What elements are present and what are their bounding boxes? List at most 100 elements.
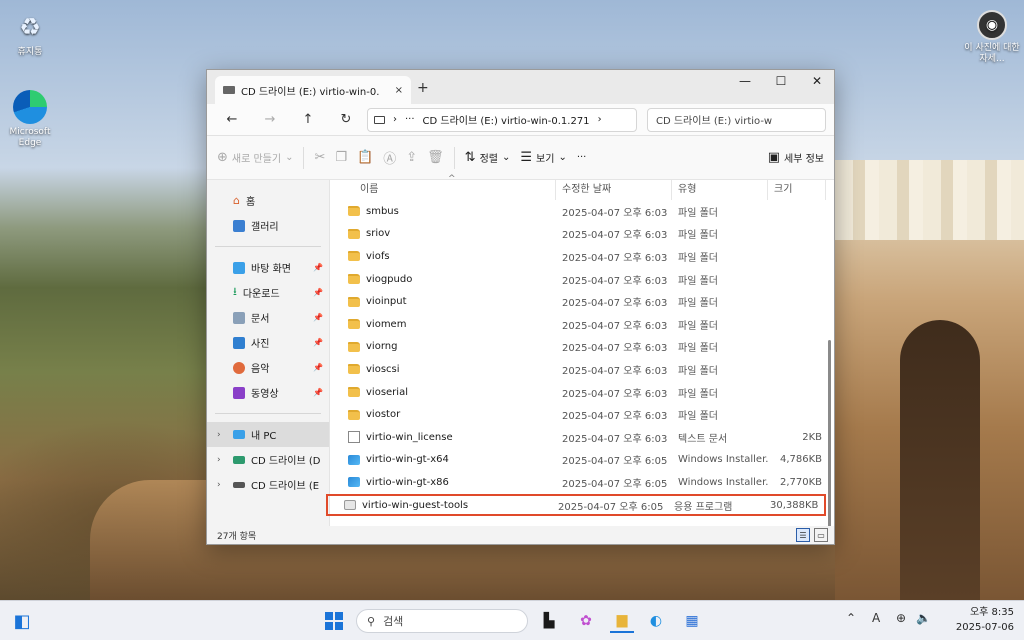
file-size: 30,388KB [770,499,819,511]
delete-button[interactable]: 🗑 [427,150,444,165]
sidebar-item-label: 갤러리 [251,222,279,233]
sidebar-item-pictures[interactable]: 사진 📌 [207,330,329,355]
file-row[interactable]: smbus 2025-04-07 오후 6:03 파일 폴더 [330,200,834,223]
file-name-cell: viogpudo [330,274,556,285]
sidebar-item-drive-d[interactable]: › CD 드라이브 (D [207,447,329,472]
sidebar-item-label: CD 드라이브 (D [251,456,321,467]
file-row[interactable]: virtio-win-guest-tools 2025-04-07 오후 6:05… [326,493,826,517]
view-button[interactable]: ☰ 보기 ⌄ [520,150,566,165]
pin-icon: 📌 [313,363,323,372]
copy-button[interactable]: ❐ [335,150,347,165]
file-row[interactable]: virtio-win-gt-x64 2025-04-07 오후 6:05 Windo… [330,449,834,472]
sort-button[interactable]: ⇅ 정렬 ⌄ [465,150,511,165]
address-more-button[interactable]: ··· [405,114,415,125]
column-header-date[interactable]: 수정한 날짜 [556,180,672,200]
maximize-button[interactable]: ☐ [763,74,799,88]
camera-icon: ◉ [977,10,1007,40]
back-button[interactable]: ← [215,112,249,127]
paste-button[interactable]: 📋 [357,150,373,165]
sidebar-item-home[interactable]: ⌂ 홈 [207,188,329,213]
file-row[interactable]: sriov 2025-04-07 오후 6:03 파일 폴더 [330,223,834,246]
forward-button[interactable]: → [253,112,287,127]
store-taskbar-button[interactable]: ▦ [680,609,704,633]
minimize-button[interactable]: — [727,74,763,88]
explorer-tab[interactable]: CD 드라이브 (E:) virtio-win-0. × [215,76,411,104]
file-row[interactable]: viofs 2025-04-07 오후 6:03 파일 폴더 [330,245,834,268]
column-header-name[interactable]: 이름 [330,180,556,200]
address-path: CD 드라이브 (E:) virtio-win-0.1.271 [422,116,590,127]
file-row[interactable]: vioinput 2025-04-07 오후 6:03 파일 폴더 [330,290,834,313]
desktop-icon-spotlight[interactable]: ◉ 이 사진에 대한 자세... [962,10,1022,65]
clock-time: 오후 8:35 [969,607,1014,618]
sidebar-item-gallery[interactable]: 갤러리 [207,213,329,238]
widgets-button[interactable]: ◧ [10,609,34,633]
chevron-right-icon: › [217,429,221,440]
edge-taskbar-button[interactable]: ◐ [644,609,668,633]
file-row[interactable]: virtio-win_license 2025-04-07 오후 6:03 텍스트 … [330,426,834,449]
file-name: virtio-win-gt-x86 [366,476,449,488]
cd-drive-icon [233,455,245,464]
tiles-view-button[interactable]: ▭ [814,528,828,542]
up-button[interactable]: ↑ [291,112,325,127]
desktop-icon-edge[interactable]: Microsoft Edge [0,90,60,149]
system-clock[interactable]: 오후 8:35 2025-07-06 [956,605,1014,635]
chevron-up-icon[interactable]: ⌃ [846,611,856,625]
edge-icon [13,90,47,124]
sidebar-item-documents[interactable]: 문서 📌 [207,305,329,330]
computer-icon [374,115,385,124]
details-pane-button[interactable]: ▣ 세부 정보 [768,150,824,165]
tab-close-button[interactable]: × [395,85,403,96]
file-row[interactable]: viostor 2025-04-07 오후 6:03 파일 폴더 [330,403,834,426]
file-row[interactable]: virtio-win-gt-x86 2025-04-07 오후 6:05 Windo… [330,471,834,494]
sidebar-item-downloads[interactable]: ⭳ 다운로드 📌 [207,280,329,305]
wallpaper-village [835,160,1024,240]
new-tab-button[interactable]: + [417,80,429,96]
file-name: smbus [366,205,399,217]
sidebar-item-music[interactable]: 음악 📌 [207,355,329,380]
sidebar-item-drive-e[interactable]: › CD 드라이브 (E [207,472,329,497]
speaker-icon[interactable]: 🔈 [916,611,931,625]
folder-icon: ▆ [616,612,628,628]
search-input[interactable]: CD 드라이브 (E:) virtio-w [647,107,826,132]
copilot-icon: ✿ [580,613,592,629]
sidebar-item-videos[interactable]: 동영상 📌 [207,380,329,405]
start-button[interactable] [322,609,346,633]
sidebar-item-label: 내 PC [251,431,277,442]
desktop-icon-recycle-bin[interactable]: ♻ 휴지통 [0,10,60,58]
file-row[interactable]: viogpudo 2025-04-07 오후 6:03 파일 폴더 [330,268,834,291]
sidebar-item-desktop[interactable]: 바탕 화면 📌 [207,255,329,280]
cut-button[interactable]: ✂ [314,150,325,165]
file-explorer-taskbar-button[interactable]: ▆ [610,609,634,633]
list-view-icon: ☰ [520,150,533,165]
vertical-scrollbar[interactable] [828,340,831,530]
taskbar-search[interactable]: ⚲ 검색 [356,609,528,633]
file-date: 2025-04-07 오후 6:05 [558,501,664,513]
details-view-button[interactable]: ☰ [796,528,810,542]
task-view-button[interactable]: ▙ [537,609,561,633]
sidebar-item-this-pc[interactable]: › 내 PC [207,422,329,447]
address-bar[interactable]: › ··· CD 드라이브 (E:) virtio-win-0.1.271 › [367,107,637,132]
file-type: 파일 폴더 [678,275,718,287]
folder-icon [348,341,360,352]
new-button[interactable]: ⊕ 새로 만들기 ⌄ [217,150,293,165]
exe-icon [344,500,356,511]
sidebar-item-label: 홈 [245,197,256,208]
file-row[interactable]: viomem 2025-04-07 오후 6:03 파일 폴더 [330,313,834,336]
file-row[interactable]: vioserial 2025-04-07 오후 6:03 파일 폴더 [330,381,834,404]
file-name: vioinput [366,296,407,308]
file-row[interactable]: vioscsi 2025-04-07 오후 6:03 파일 폴더 [330,358,834,381]
file-row[interactable]: viorng 2025-04-07 오후 6:03 파일 폴더 [330,336,834,359]
input-language[interactable]: A [872,611,880,625]
msi-icon [348,477,360,488]
refresh-button[interactable]: ↻ [329,112,363,127]
rename-button[interactable]: Ⓐ [383,148,396,167]
column-header-type[interactable]: 유형 [672,180,768,200]
copilot-button[interactable]: ✿ [574,609,598,633]
column-header-size[interactable]: 크기 [768,180,826,200]
more-options-button[interactable]: ··· [577,152,587,163]
file-type: Windows Installer... [678,454,768,466]
globe-icon[interactable]: ⊕ [896,611,906,625]
desktop-icon [233,261,245,274]
close-button[interactable]: ✕ [799,74,835,88]
share-button[interactable]: ⇪ [406,150,417,165]
